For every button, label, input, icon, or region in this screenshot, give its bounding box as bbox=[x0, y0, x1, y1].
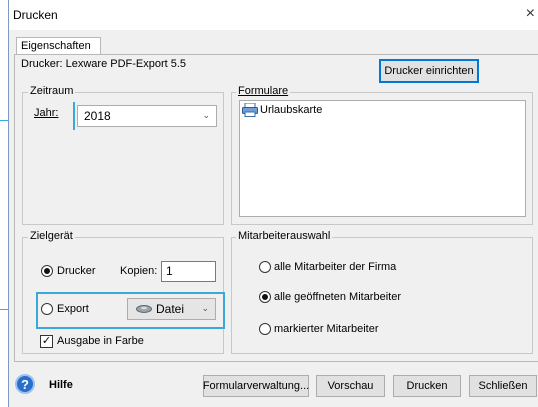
schliessen-button-label: Schließen bbox=[478, 380, 528, 392]
export-label: Export bbox=[57, 303, 89, 315]
question-icon[interactable]: ? bbox=[15, 374, 35, 394]
kopien-value: 1 bbox=[166, 264, 173, 278]
mitarbeiter-option-geoeffnet: alle geöffneten Mitarbeiter bbox=[274, 291, 401, 303]
drucken-button-label: Drucken bbox=[406, 380, 448, 392]
list-item-label: Urlaubskarte bbox=[260, 104, 323, 116]
vorschau-button[interactable]: Vorschau bbox=[316, 375, 385, 397]
title-bar: Drucken × bbox=[9, 0, 538, 30]
formularverwaltung-button[interactable]: Formularverwaltung... bbox=[203, 375, 309, 397]
mitarbeiter-option-firma: alle Mitarbeiter der Firma bbox=[274, 261, 397, 273]
farbe-label: Ausgabe in Farbe bbox=[57, 335, 144, 347]
chevron-down-icon: ⌄ bbox=[201, 302, 209, 313]
farbe-checkbox[interactable]: ✓ bbox=[40, 335, 53, 348]
kopien-label: Kopien: bbox=[120, 265, 158, 277]
close-icon[interactable]: × bbox=[526, 5, 535, 23]
export-target-value: Datei bbox=[156, 302, 185, 316]
tab-label: Eigenschaften bbox=[21, 40, 91, 52]
drucken-button[interactable]: Drucken bbox=[393, 375, 461, 397]
export-target-select[interactable]: Datei ⌄ bbox=[127, 298, 216, 320]
disk-icon bbox=[136, 305, 152, 313]
window-title: Drucken bbox=[13, 8, 58, 22]
printer-icon bbox=[242, 103, 258, 117]
mitarbeiter-group-label: Mitarbeiterauswahl bbox=[236, 230, 333, 242]
mitarbeiter-radio-markiert[interactable] bbox=[259, 323, 271, 335]
zeitraum-group-label: Zeitraum bbox=[28, 85, 76, 97]
formulare-group-label: Formulare bbox=[236, 85, 291, 97]
export-radio[interactable] bbox=[41, 303, 53, 315]
vorschau-button-label: Vorschau bbox=[327, 380, 374, 392]
year-label: Jahr: bbox=[34, 107, 59, 119]
formulare-list[interactable]: Urlaubskarte bbox=[239, 100, 526, 217]
printer-name-label: Drucker: Lexware PDF-Export 5.5 bbox=[21, 58, 187, 70]
list-item[interactable]: Urlaubskarte bbox=[242, 103, 322, 117]
callout-box-year bbox=[73, 102, 221, 130]
schliessen-button[interactable]: Schließen bbox=[469, 375, 537, 397]
formularverwaltung-button-label: Formularverwaltung... bbox=[202, 380, 310, 392]
printer-setup-button-label: Drucker einrichten bbox=[384, 65, 474, 77]
mitarbeiter-radio-geoeffnet[interactable] bbox=[259, 291, 271, 303]
printer-setup-button[interactable]: Drucker einrichten bbox=[379, 59, 479, 83]
zielgeraet-group-label: Zielgerät bbox=[28, 230, 75, 242]
mitarbeiter-option-markiert: markierter Mitarbeiter bbox=[274, 323, 379, 335]
help-label[interactable]: Hilfe bbox=[49, 379, 73, 391]
mitarbeiter-radio-firma[interactable] bbox=[259, 261, 271, 273]
drucker-radio[interactable] bbox=[41, 265, 53, 277]
kopien-input[interactable]: 1 bbox=[161, 261, 216, 282]
drucker-label: Drucker bbox=[57, 265, 96, 277]
print-dialog: Drucken × Eigenschaften Drucker: Lexware… bbox=[8, 0, 538, 407]
tab-eigenschaften[interactable]: Eigenschaften bbox=[16, 37, 101, 55]
